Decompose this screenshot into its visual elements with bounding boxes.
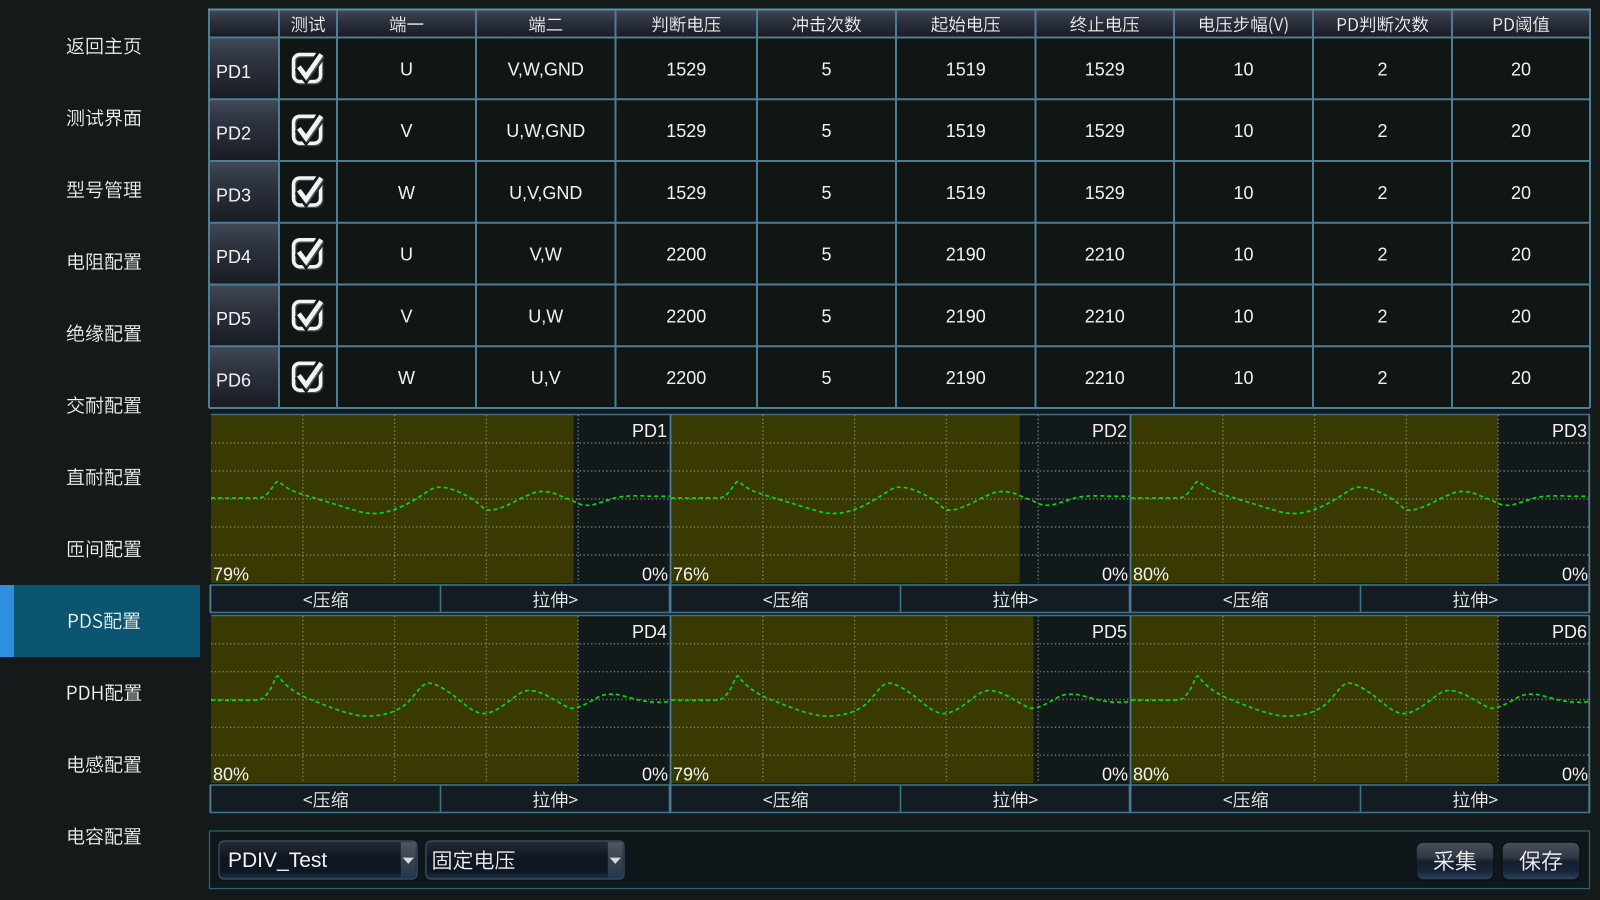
svg-text:10: 10 [1233, 306, 1253, 326]
svg-text:V,W,GND: V,W,GND [508, 59, 584, 79]
svg-text:U,W: U,W [528, 306, 563, 326]
svg-text:2190: 2190 [946, 245, 986, 265]
svg-text:80%: 80% [213, 764, 249, 784]
svg-text:V,W: V,W [530, 245, 562, 265]
svg-text:20: 20 [1511, 121, 1531, 141]
svg-text:0%: 0% [1562, 564, 1588, 584]
svg-text:PD3: PD3 [1552, 421, 1587, 441]
svg-text:0%: 0% [1562, 764, 1588, 784]
svg-text:U,V,GND: U,V,GND [509, 183, 582, 203]
svg-text:5: 5 [821, 183, 831, 203]
svg-text:80%: 80% [1133, 564, 1169, 584]
svg-text:20: 20 [1511, 59, 1531, 79]
svg-text:W: W [398, 368, 415, 388]
svg-text:20: 20 [1511, 368, 1531, 388]
svg-text:PD6: PD6 [216, 371, 251, 391]
svg-text:2200: 2200 [666, 306, 706, 326]
svg-text:0%: 0% [1102, 764, 1128, 784]
svg-text:2190: 2190 [946, 368, 986, 388]
svg-text:1529: 1529 [666, 121, 706, 141]
svg-text:PD4: PD4 [632, 622, 667, 642]
svg-text:20: 20 [1511, 306, 1531, 326]
svg-text:10: 10 [1233, 59, 1253, 79]
svg-text:PD5: PD5 [1092, 622, 1127, 642]
svg-text:20: 20 [1511, 245, 1531, 265]
svg-text:2200: 2200 [666, 245, 706, 265]
svg-text:10: 10 [1233, 183, 1253, 203]
svg-text:2210: 2210 [1085, 306, 1125, 326]
svg-text:2: 2 [1377, 368, 1387, 388]
svg-text:PD1: PD1 [216, 62, 251, 82]
svg-text:PD2: PD2 [216, 124, 251, 144]
svg-text:10: 10 [1233, 121, 1253, 141]
svg-text:0%: 0% [642, 764, 668, 784]
svg-text:U,V: U,V [531, 368, 561, 388]
svg-text:76%: 76% [673, 564, 709, 584]
svg-text:PD3: PD3 [216, 185, 251, 205]
svg-text:2210: 2210 [1085, 245, 1125, 265]
svg-text:2: 2 [1377, 306, 1387, 326]
svg-text:1529: 1529 [1085, 121, 1125, 141]
svg-text:80%: 80% [1133, 764, 1169, 784]
svg-text:5: 5 [821, 121, 831, 141]
svg-text:10: 10 [1233, 368, 1253, 388]
svg-text:U: U [400, 245, 413, 265]
svg-text:2190: 2190 [946, 306, 986, 326]
svg-text:V: V [400, 121, 412, 141]
svg-text:1529: 1529 [1085, 59, 1125, 79]
svg-text:PDIV_Test: PDIV_Test [228, 849, 327, 872]
svg-text:0%: 0% [642, 564, 668, 584]
svg-text:PD6: PD6 [1552, 622, 1587, 642]
svg-text:2: 2 [1377, 245, 1387, 265]
svg-text:PD5: PD5 [216, 309, 251, 329]
svg-text:5: 5 [821, 368, 831, 388]
svg-text:U,W,GND: U,W,GND [506, 121, 585, 141]
svg-text:U: U [400, 59, 413, 79]
svg-text:PD2: PD2 [1092, 421, 1127, 441]
svg-text:10: 10 [1233, 245, 1253, 265]
svg-text:1529: 1529 [1085, 183, 1125, 203]
svg-text:79%: 79% [673, 764, 709, 784]
svg-text:1519: 1519 [946, 183, 986, 203]
svg-text:W: W [398, 183, 415, 203]
svg-text:PD1: PD1 [632, 421, 667, 441]
svg-text:79%: 79% [213, 564, 249, 584]
svg-text:0%: 0% [1102, 564, 1128, 584]
svg-text:2210: 2210 [1085, 368, 1125, 388]
svg-text:PD4: PD4 [216, 247, 251, 267]
svg-text:5: 5 [821, 59, 831, 79]
svg-text:20: 20 [1511, 183, 1531, 203]
svg-text:2: 2 [1377, 121, 1387, 141]
svg-text:2: 2 [1377, 59, 1387, 79]
svg-text:5: 5 [821, 306, 831, 326]
svg-text:1519: 1519 [946, 59, 986, 79]
svg-text:1519: 1519 [946, 121, 986, 141]
svg-text:5: 5 [821, 245, 831, 265]
svg-text:V: V [400, 306, 412, 326]
svg-text:2: 2 [1377, 183, 1387, 203]
svg-text:1529: 1529 [666, 183, 706, 203]
svg-text:1529: 1529 [666, 59, 706, 79]
svg-text:2200: 2200 [666, 368, 706, 388]
